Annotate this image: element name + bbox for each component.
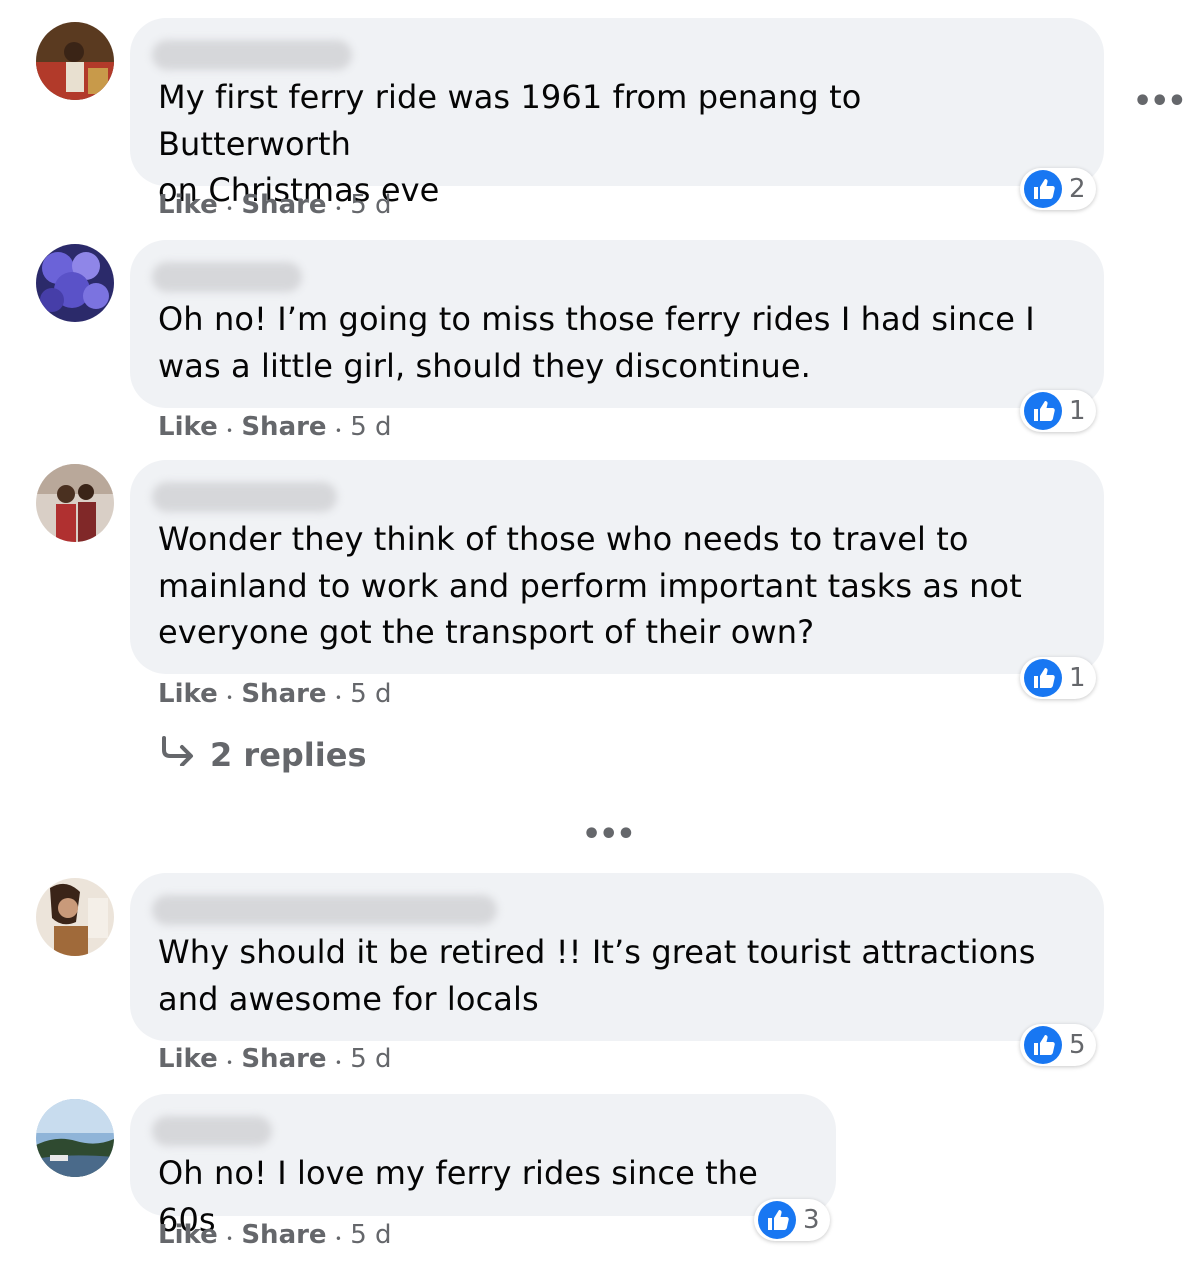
separator: • bbox=[334, 424, 342, 438]
comment-actions: Like • Share • 5 d bbox=[158, 190, 392, 220]
comment-age[interactable]: 5 d bbox=[350, 190, 391, 220]
separator: • bbox=[334, 202, 342, 216]
like-reaction-icon bbox=[1024, 392, 1062, 430]
share-button[interactable]: Share bbox=[241, 679, 326, 709]
avatar-photo-icon bbox=[36, 244, 114, 322]
reaction-count: 2 bbox=[1069, 174, 1086, 204]
avatar-photo-icon bbox=[36, 878, 114, 956]
reaction-count: 3 bbox=[803, 1205, 820, 1235]
separator: • bbox=[334, 1056, 342, 1070]
share-button[interactable]: Share bbox=[241, 1220, 326, 1250]
author-name-redacted[interactable] bbox=[152, 482, 337, 512]
comment-bubble: Why should it be retired !! It’s great t… bbox=[130, 873, 1104, 1041]
share-button[interactable]: Share bbox=[241, 190, 326, 220]
reply-arrow-icon bbox=[160, 736, 196, 774]
comment-age[interactable]: 5 d bbox=[350, 679, 391, 709]
more-options-icon[interactable]: ••• bbox=[1133, 84, 1187, 119]
separator: • bbox=[225, 202, 234, 216]
like-reaction-icon bbox=[1024, 659, 1062, 697]
separator: • bbox=[225, 691, 234, 705]
avatar-photo-icon bbox=[36, 22, 114, 100]
like-button[interactable]: Like bbox=[158, 1044, 218, 1074]
like-button[interactable]: Like bbox=[158, 190, 218, 220]
comment-age[interactable]: 5 d bbox=[350, 1220, 391, 1250]
comment-text: Oh no! I’m going to miss those ferry rid… bbox=[158, 300, 1035, 385]
author-name-redacted[interactable] bbox=[152, 262, 302, 292]
like-button[interactable]: Like bbox=[158, 1220, 218, 1250]
separator: • bbox=[225, 1056, 234, 1070]
avatar[interactable] bbox=[36, 1099, 114, 1177]
like-button[interactable]: Like bbox=[158, 412, 218, 442]
reaction-count: 5 bbox=[1069, 1030, 1086, 1060]
avatar[interactable] bbox=[36, 464, 114, 542]
separator: • bbox=[334, 1232, 342, 1246]
comment-text: Why should it be retired !! It’s great t… bbox=[158, 933, 1036, 1018]
reaction-summary[interactable]: 5 bbox=[1020, 1024, 1096, 1066]
share-button[interactable]: Share bbox=[241, 412, 326, 442]
comment-bubble: Oh no! I’m going to miss those ferry rid… bbox=[130, 240, 1104, 408]
avatar-photo-icon bbox=[36, 464, 114, 542]
comment-actions: Like • Share • 5 d bbox=[158, 1220, 392, 1250]
author-name-redacted[interactable] bbox=[152, 40, 352, 70]
comment-bubble: Wonder they think of those who needs to … bbox=[130, 460, 1104, 674]
author-name-redacted[interactable] bbox=[152, 895, 497, 925]
reaction-summary[interactable]: 1 bbox=[1020, 657, 1096, 699]
reaction-count: 1 bbox=[1069, 396, 1086, 426]
share-button[interactable]: Share bbox=[241, 1044, 326, 1074]
avatar-photo-icon bbox=[36, 1099, 114, 1177]
comment-bubble: Oh no! I love my ferry rides since the 6… bbox=[130, 1094, 836, 1239]
replies-label: 2 replies bbox=[210, 736, 367, 774]
avatar[interactable] bbox=[36, 878, 114, 956]
like-reaction-icon bbox=[758, 1201, 796, 1239]
author-name-redacted[interactable] bbox=[152, 1116, 272, 1146]
comment-text: Wonder they think of those who needs to … bbox=[158, 520, 1022, 651]
comment-actions: Like • Share • 5 d bbox=[158, 1044, 392, 1074]
reaction-count: 1 bbox=[1069, 663, 1086, 693]
comment-actions: Like • Share • 5 d bbox=[158, 412, 392, 442]
avatar[interactable] bbox=[36, 22, 114, 100]
comment-actions: Like • Share • 5 d bbox=[158, 679, 392, 709]
separator: • bbox=[225, 424, 234, 438]
separator: • bbox=[225, 1232, 234, 1246]
like-reaction-icon bbox=[1024, 1026, 1062, 1064]
avatar[interactable] bbox=[36, 244, 114, 322]
like-reaction-icon bbox=[1024, 170, 1062, 208]
separator: • bbox=[334, 691, 342, 705]
comment-age[interactable]: 5 d bbox=[350, 412, 391, 442]
load-more-comments-icon[interactable]: ••• bbox=[582, 817, 636, 852]
reaction-summary[interactable]: 1 bbox=[1020, 390, 1096, 432]
comment-age[interactable]: 5 d bbox=[350, 1044, 391, 1074]
view-replies-button[interactable]: 2 replies bbox=[160, 736, 366, 774]
like-button[interactable]: Like bbox=[158, 679, 218, 709]
comment-bubble: My first ferry ride was 1961 from penang… bbox=[130, 18, 1104, 209]
reaction-summary[interactable]: 2 bbox=[1020, 168, 1096, 210]
reaction-summary[interactable]: 3 bbox=[754, 1199, 830, 1241]
